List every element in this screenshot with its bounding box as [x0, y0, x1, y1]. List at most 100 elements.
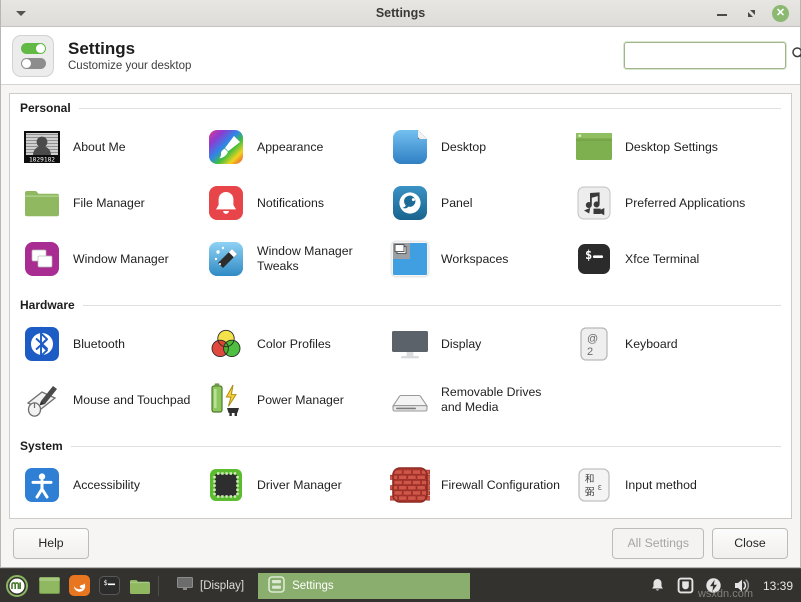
- settings-item[interactable]: Workspaces: [378, 231, 562, 287]
- close-dialog-button[interactable]: Close: [712, 528, 788, 559]
- close-icon: ✕: [776, 8, 785, 19]
- settings-item[interactable]: File Manager: [10, 175, 194, 231]
- chevron-down-icon: [16, 11, 26, 16]
- settings-item[interactable]: Removable Drives and Media: [378, 372, 562, 428]
- all-settings-button[interactable]: All Settings: [612, 528, 704, 559]
- close-button[interactable]: ✕: [772, 5, 789, 22]
- settings-header: Settings Customize your desktop: [1, 27, 800, 85]
- search-input[interactable]: [632, 43, 787, 68]
- bell-icon: [206, 183, 246, 223]
- section-label: System: [20, 439, 63, 453]
- settings-grid: Accessibility Driv: [10, 455, 791, 517]
- settings-item-label: Driver Manager: [257, 478, 342, 493]
- settings-item-label: Display: [441, 337, 481, 352]
- taskbar: $ [Display] Settings: [0, 568, 801, 602]
- power-bolt-icon[interactable]: [705, 577, 722, 594]
- settings-item[interactable]: Color Profiles: [194, 316, 378, 372]
- settings-grid: Bluetooth Color Profiles Display @ 2Keyb…: [10, 314, 791, 432]
- section-divider: [71, 446, 781, 447]
- window-controls: ✕: [714, 5, 800, 22]
- notification-bell-icon[interactable]: [649, 577, 666, 594]
- svg-text:$: $: [103, 579, 107, 587]
- settings-item[interactable]: Display: [378, 316, 562, 372]
- search-box[interactable]: [624, 42, 786, 69]
- dialog-footer: Help All Settings Close: [1, 519, 800, 567]
- section-header-personal: Personal: [10, 94, 791, 117]
- settings-item[interactable]: Window Manager Tweaks: [194, 231, 378, 287]
- desktop-wallpaper-icon: [390, 127, 430, 167]
- settings-item-label: Firewall Configuration: [441, 478, 560, 493]
- settings-item[interactable]: Mouse and Touchpad: [10, 372, 194, 428]
- terminal-icon[interactable]: $: [94, 576, 124, 595]
- settings-item[interactable]: Appearance: [194, 119, 378, 175]
- settings-item[interactable]: 1829182About Me: [10, 119, 194, 175]
- color-circles-icon: [206, 324, 246, 364]
- mugshot-icon: 1829182: [22, 127, 62, 167]
- taskbar-window-display[interactable]: [Display]: [167, 573, 254, 599]
- settings-item-label: Appearance: [257, 140, 323, 155]
- linux-mint-menu-icon[interactable]: [0, 575, 34, 597]
- sections-root: Personal 1829182About Me Appearance Desk…: [10, 94, 791, 517]
- settings-item[interactable]: Desktop Settings: [562, 119, 746, 175]
- firefox-icon[interactable]: [64, 575, 94, 596]
- settings-window-icon: [268, 576, 285, 596]
- settings-item-label: Panel: [441, 196, 472, 211]
- settings-item[interactable]: Accessibility: [10, 457, 194, 513]
- help-button[interactable]: Help: [13, 528, 89, 559]
- minimize-button[interactable]: [714, 5, 731, 22]
- settings-item[interactable]: Panel: [378, 175, 562, 231]
- settings-item[interactable]: Driver Manager: [194, 457, 378, 513]
- mouse-touchpad-icon: [22, 380, 62, 420]
- page-title: Settings: [68, 39, 191, 59]
- file-manager-icon[interactable]: [124, 577, 154, 595]
- window-titlebar[interactable]: Settings ✕: [1, 0, 800, 27]
- settings-item-label: Removable Drives and Media: [441, 385, 562, 415]
- settings-item-label: Input method: [625, 478, 697, 493]
- toggle-on-icon: [21, 43, 46, 54]
- windows-stack-icon: [22, 239, 62, 279]
- settings-toggles-icon: [12, 35, 54, 77]
- external-drive-icon: [390, 380, 430, 420]
- show-desktop-icon[interactable]: [34, 577, 64, 594]
- input-method-icon: 和 弼 ε: [574, 465, 614, 505]
- taskbar-window-settings[interactable]: Settings: [258, 573, 470, 599]
- window-menu-button[interactable]: [1, 11, 41, 16]
- header-text: Settings Customize your desktop: [68, 39, 191, 73]
- settings-item[interactable]: Desktop: [378, 119, 562, 175]
- settings-item[interactable]: Power Manager: [194, 372, 378, 428]
- settings-item[interactable]: Preferred Applications: [562, 175, 746, 231]
- terminal-icon: $: [574, 239, 614, 279]
- svg-text:1829182: 1829182: [29, 156, 55, 163]
- settings-item-label: Window Manager: [73, 252, 169, 267]
- paintbrush-icon: [206, 127, 246, 167]
- settings-item-label: Mouse and Touchpad: [73, 393, 190, 408]
- settings-item-label: Notifications: [257, 196, 324, 211]
- settings-content[interactable]: Personal 1829182About Me Appearance Desk…: [9, 93, 792, 519]
- settings-item[interactable]: $ Xfce Terminal: [562, 231, 746, 287]
- section-divider: [79, 108, 781, 109]
- settings-item[interactable]: @ 2Keyboard: [562, 316, 746, 372]
- settings-item-label: Desktop Settings: [625, 140, 718, 155]
- keycap-icon: @ 2: [574, 324, 614, 364]
- section-label: Hardware: [20, 298, 75, 312]
- clock[interactable]: 13:39: [763, 579, 793, 593]
- settings-item[interactable]: Window Manager: [10, 231, 194, 287]
- settings-item[interactable]: Bluetooth: [10, 316, 194, 372]
- green-window-icon: [574, 127, 614, 167]
- removable-media-icon[interactable]: [677, 577, 694, 594]
- settings-item[interactable]: Notifications: [194, 175, 378, 231]
- volume-icon[interactable]: [733, 577, 752, 594]
- magic-wand-icon: [206, 239, 246, 279]
- settings-item[interactable]: Firewall Configuration: [378, 457, 562, 513]
- monitor-icon: [390, 324, 430, 364]
- settings-item[interactable]: 和 弼 ε Input method: [562, 457, 746, 513]
- workspaces-grid-icon: [390, 239, 430, 279]
- settings-grid: 1829182About Me Appearance Desktop Deskt…: [10, 117, 791, 291]
- settings-item-label: File Manager: [73, 196, 145, 211]
- section-divider: [83, 305, 781, 306]
- taskbar-window-label: Settings: [292, 580, 334, 592]
- settings-window: Settings ✕ Settings Customize your deskt…: [0, 0, 801, 568]
- search-area: [624, 42, 786, 69]
- maximize-button[interactable]: [743, 5, 760, 22]
- brick-wall-icon: [390, 465, 430, 505]
